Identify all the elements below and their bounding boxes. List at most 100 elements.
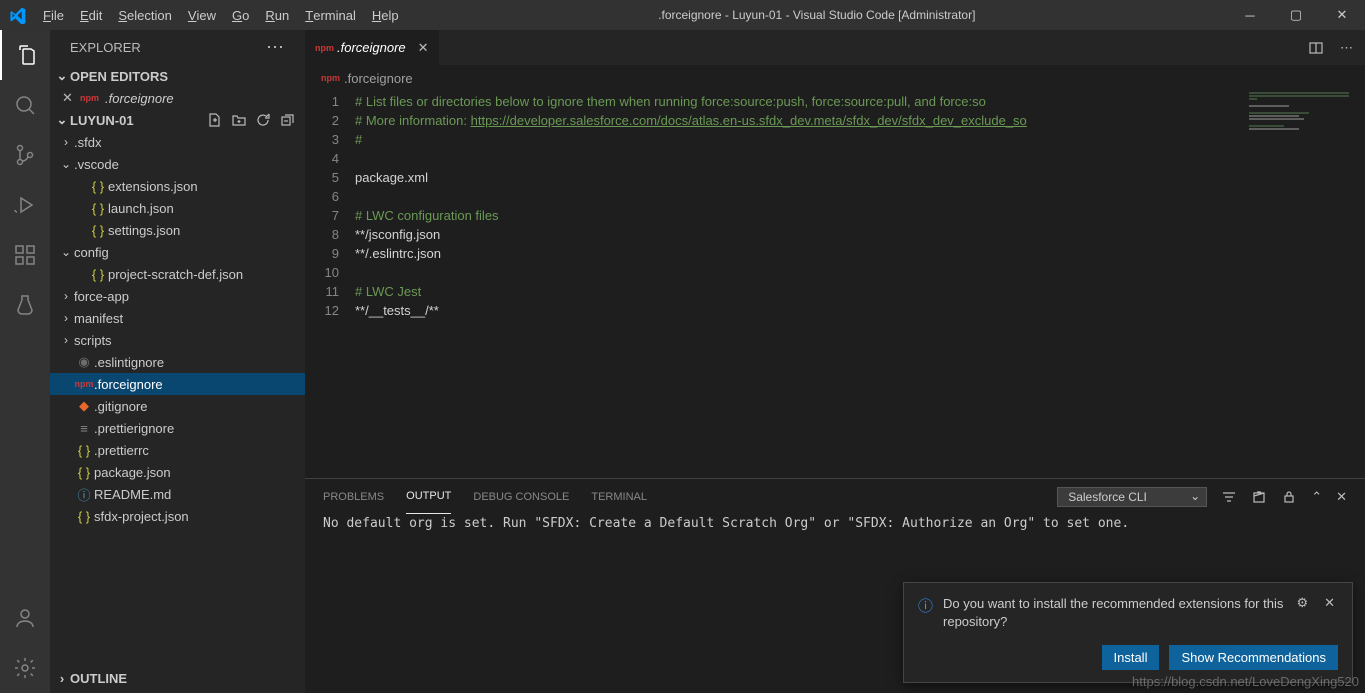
tree-item-label: .prettierrc bbox=[94, 443, 149, 458]
maximize-button[interactable]: ▢ bbox=[1273, 0, 1319, 30]
tree-item-settings-json[interactable]: { }settings.json bbox=[50, 219, 305, 241]
folder-name: LUYUN-01 bbox=[70, 113, 134, 128]
tree-item--prettierrc[interactable]: { }.prettierrc bbox=[50, 439, 305, 461]
activity-search[interactable] bbox=[0, 80, 50, 130]
code-content[interactable]: # List files or directories below to ign… bbox=[355, 91, 1245, 478]
panel-tab-problems[interactable]: PROBLEMS bbox=[323, 479, 384, 514]
explorer-more-icon[interactable]: ⋯ bbox=[266, 37, 285, 58]
menu-item-file[interactable]: File bbox=[35, 0, 72, 30]
clear-output-icon[interactable] bbox=[1251, 489, 1267, 505]
tree-item-manifest[interactable]: ›manifest bbox=[50, 307, 305, 329]
menu-item-help[interactable]: Help bbox=[364, 0, 407, 30]
menu-item-view[interactable]: View bbox=[180, 0, 224, 30]
menu-item-terminal[interactable]: Terminal bbox=[297, 0, 364, 30]
activity-settings[interactable] bbox=[0, 643, 50, 693]
tree-item--forceignore[interactable]: npm.forceignore bbox=[50, 373, 305, 395]
file-icon: { } bbox=[74, 465, 94, 480]
install-button[interactable]: Install bbox=[1102, 645, 1160, 670]
tree-item-label: README.md bbox=[94, 487, 171, 502]
vscode-icon bbox=[0, 7, 35, 24]
chevron-icon: › bbox=[58, 289, 74, 303]
explorer-header: EXPLORER ⋯ bbox=[50, 30, 305, 65]
menu-item-selection[interactable]: Selection bbox=[110, 0, 179, 30]
panel-tab-terminal[interactable]: TERMINAL bbox=[591, 479, 647, 514]
title-bar: FileEditSelectionViewGoRunTerminalHelp .… bbox=[0, 0, 1365, 30]
tree-item-label: .forceignore bbox=[94, 377, 163, 392]
breadcrumb[interactable]: npm .forceignore bbox=[305, 65, 1365, 91]
lock-scroll-icon[interactable] bbox=[1281, 489, 1297, 505]
panel-tab-output[interactable]: OUTPUT bbox=[406, 479, 451, 514]
activity-run-debug[interactable] bbox=[0, 180, 50, 230]
open-editor-filename: .forceignore bbox=[105, 91, 174, 106]
toast-close-icon[interactable]: ✕ bbox=[1321, 595, 1338, 611]
close-window-button[interactable]: ✕ bbox=[1319, 0, 1365, 30]
tree-item-label: settings.json bbox=[108, 223, 180, 238]
tree-item-extensions-json[interactable]: { }extensions.json bbox=[50, 175, 305, 197]
menu-item-go[interactable]: Go bbox=[224, 0, 257, 30]
tree-item-label: .vscode bbox=[74, 157, 119, 172]
panel-tabs: PROBLEMS OUTPUT DEBUG CONSOLE TERMINAL Sale… bbox=[305, 479, 1365, 514]
panel-close-icon[interactable]: ✕ bbox=[1336, 489, 1347, 505]
minimize-button[interactable]: ─ bbox=[1227, 0, 1273, 30]
open-editors-header[interactable]: ⌄ OPEN EDITORS bbox=[50, 65, 305, 87]
tree-item-config[interactable]: ⌄config bbox=[50, 241, 305, 263]
activity-source-control[interactable] bbox=[0, 130, 50, 180]
toast-settings-icon[interactable]: ⚙ bbox=[1293, 595, 1311, 611]
activity-extensions[interactable] bbox=[0, 230, 50, 280]
tree-item-label: project-scratch-def.json bbox=[108, 267, 243, 282]
show-recommendations-button[interactable]: Show Recommendations bbox=[1169, 645, 1338, 670]
close-tab-icon[interactable]: ✕ bbox=[418, 40, 429, 56]
panel-toolbar: Salesforce CLI ⌃ ✕ bbox=[1057, 487, 1347, 507]
collapse-all-icon[interactable] bbox=[279, 112, 295, 128]
outline-label: OUTLINE bbox=[70, 671, 127, 686]
chevron-icon: ⌄ bbox=[58, 245, 74, 259]
tree-item-force-app[interactable]: ›force-app bbox=[50, 285, 305, 307]
file-icon: { } bbox=[74, 509, 94, 524]
code-editor[interactable]: 123456789101112 # List files or director… bbox=[305, 91, 1365, 478]
new-folder-icon[interactable] bbox=[231, 112, 247, 128]
editor-actions: ⋯ bbox=[1296, 30, 1365, 65]
tree-item-label: force-app bbox=[74, 289, 129, 304]
editor-tab[interactable]: npm .forceignore ✕ bbox=[305, 30, 440, 65]
file-icon: { } bbox=[88, 223, 108, 238]
explorer-sidebar: EXPLORER ⋯ ⌄ OPEN EDITORS ✕ npm .forceig… bbox=[50, 30, 305, 693]
new-file-icon[interactable] bbox=[207, 112, 223, 128]
tab-filename: .forceignore bbox=[337, 40, 406, 55]
file-icon: { } bbox=[74, 443, 94, 458]
tree-item-package-json[interactable]: { }package.json bbox=[50, 461, 305, 483]
panel-tab-debug-console[interactable]: DEBUG CONSOLE bbox=[473, 479, 569, 514]
tree-item-label: extensions.json bbox=[108, 179, 198, 194]
panel-maximize-icon[interactable]: ⌃ bbox=[1311, 489, 1322, 505]
tree-item-launch-json[interactable]: { }launch.json bbox=[50, 197, 305, 219]
outline-header[interactable]: › OUTLINE bbox=[50, 667, 305, 689]
folder-header[interactable]: ⌄ LUYUN-01 bbox=[50, 109, 305, 131]
tree-item-sfdx-project-json[interactable]: { }sfdx-project.json bbox=[50, 505, 305, 527]
tree-item-project-scratch-def-json[interactable]: { }project-scratch-def.json bbox=[50, 263, 305, 285]
tree-item--sfdx[interactable]: ›.sfdx bbox=[50, 131, 305, 153]
activity-testing[interactable] bbox=[0, 280, 50, 330]
open-editor-item[interactable]: ✕ npm .forceignore bbox=[50, 87, 305, 109]
split-editor-icon[interactable] bbox=[1308, 40, 1324, 56]
more-actions-icon[interactable]: ⋯ bbox=[1340, 40, 1353, 56]
output-channel-select[interactable]: Salesforce CLI bbox=[1057, 487, 1207, 507]
tree-item--eslintignore[interactable]: ◉.eslintignore bbox=[50, 351, 305, 373]
activity-explorer[interactable] bbox=[0, 30, 50, 80]
tree-item-README-md[interactable]: ⓘREADME.md bbox=[50, 483, 305, 505]
activity-accounts[interactable] bbox=[0, 593, 50, 643]
info-icon: ⓘ bbox=[918, 595, 933, 616]
tree-item--vscode[interactable]: ⌄.vscode bbox=[50, 153, 305, 175]
tree-item--prettierignore[interactable]: ≡.prettierignore bbox=[50, 417, 305, 439]
npm-file-icon: npm bbox=[321, 73, 340, 83]
tree-item--gitignore[interactable]: ◆.gitignore bbox=[50, 395, 305, 417]
minimap[interactable] bbox=[1245, 91, 1365, 478]
file-icon: ◉ bbox=[74, 354, 94, 370]
tree-item-scripts[interactable]: ›scripts bbox=[50, 329, 305, 351]
refresh-icon[interactable] bbox=[255, 112, 271, 128]
close-editor-icon[interactable]: ✕ bbox=[62, 90, 80, 106]
chevron-icon: › bbox=[58, 333, 74, 347]
file-icon: { } bbox=[88, 267, 108, 282]
filter-icon[interactable] bbox=[1221, 489, 1237, 505]
tree-item-label: .prettierignore bbox=[94, 421, 174, 436]
menu-item-run[interactable]: Run bbox=[257, 0, 297, 30]
menu-item-edit[interactable]: Edit bbox=[72, 0, 110, 30]
